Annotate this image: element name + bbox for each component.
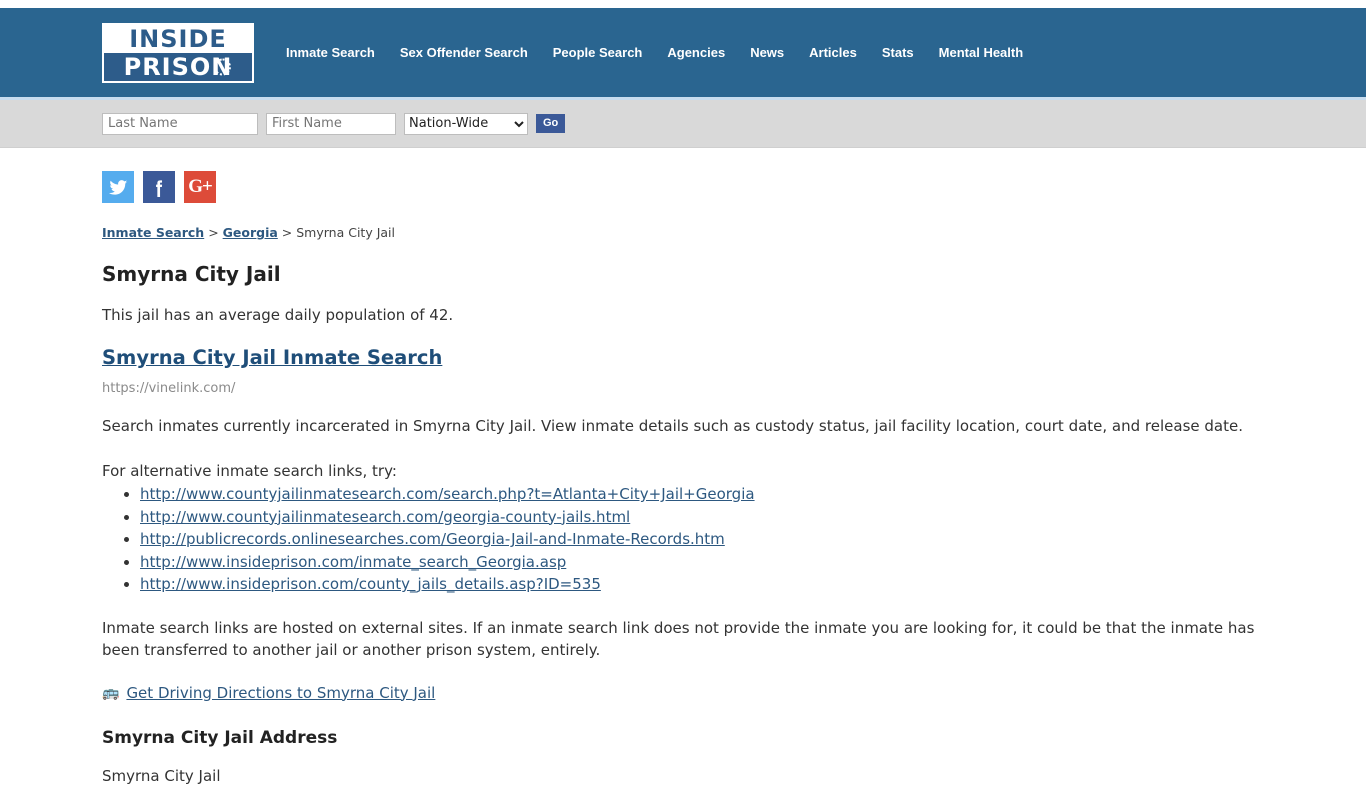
breadcrumb-link-inmate-search[interactable]: Inmate Search	[102, 225, 204, 240]
nav-item-people-search[interactable]: People Search	[553, 45, 643, 60]
alternative-links-list: http://www.countyjailinmatesearch.com/se…	[102, 483, 1264, 596]
search-scope-select[interactable]: Nation-Wide	[404, 113, 528, 135]
address-heading: Smyrna City Jail Address	[102, 728, 1264, 748]
inmate-search-link[interactable]: Smyrna City Jail Inmate Search	[102, 346, 442, 369]
breadcrumb-separator-1: >	[204, 225, 222, 240]
first-name-input[interactable]	[266, 113, 396, 135]
list-item: http://publicrecords.onlinesearches.com/…	[140, 528, 1264, 551]
quick-search-bar: Nation-Wide Go	[0, 100, 1366, 148]
page-content: G+ Inmate Search > Georgia > Smyrna City…	[0, 148, 1366, 785]
nav-item-stats[interactable]: Stats	[882, 45, 914, 60]
nav-item-mental-health[interactable]: Mental Health	[939, 45, 1024, 60]
site-header: INSIDE PRISON Inmate Search Sex Offender…	[0, 8, 1366, 100]
top-white-strip	[0, 0, 1366, 8]
inmate-search-heading: Smyrna City Jail Inmate Search	[102, 346, 1264, 369]
source-url: https://vinelink.com/	[102, 381, 1264, 396]
breadcrumb: Inmate Search > Georgia > Smyrna City Ja…	[102, 225, 1264, 240]
address-line-1: Smyrna City Jail	[102, 767, 1264, 785]
breadcrumb-separator-2: >	[278, 225, 296, 240]
twitter-icon[interactable]	[102, 171, 134, 203]
logo-circle-emblem-icon	[214, 58, 231, 75]
main-navigation: Inmate Search Sex Offender Search People…	[286, 45, 1023, 60]
search-description: Search inmates currently incarcerated in…	[102, 415, 1264, 437]
site-logo[interactable]: INSIDE PRISON	[102, 23, 254, 83]
last-name-input[interactable]	[102, 113, 258, 135]
nav-item-sex-offender-search[interactable]: Sex Offender Search	[400, 45, 528, 60]
alt-link-2[interactable]: http://www.countyjailinmatesearch.com/ge…	[140, 508, 630, 526]
driving-directions-link[interactable]: Get Driving Directions to Smyrna City Ja…	[126, 684, 435, 702]
list-item: http://www.insideprison.com/county_jails…	[140, 573, 1264, 596]
list-item: http://www.insideprison.com/inmate_searc…	[140, 551, 1264, 574]
alt-link-5[interactable]: http://www.insideprison.com/county_jails…	[140, 575, 601, 593]
list-item: http://www.countyjailinmatesearch.com/se…	[140, 483, 1264, 506]
bus-icon: 🚌	[102, 686, 119, 700]
alt-link-3[interactable]: http://publicrecords.onlinesearches.com/…	[140, 530, 725, 548]
disclaimer-text: Inmate search links are hosted on extern…	[102, 617, 1264, 661]
search-go-button[interactable]: Go	[536, 114, 565, 133]
google-plus-icon[interactable]: G+	[184, 171, 216, 203]
alt-link-4[interactable]: http://www.insideprison.com/inmate_searc…	[140, 553, 566, 571]
logo-text-inside: INSIDE	[104, 25, 252, 53]
breadcrumb-current: Smyrna City Jail	[296, 225, 395, 240]
nav-item-articles[interactable]: Articles	[809, 45, 857, 60]
nav-item-agencies[interactable]: Agencies	[667, 45, 725, 60]
driving-directions-row: 🚌 Get Driving Directions to Smyrna City …	[102, 684, 1264, 702]
nav-item-inmate-search[interactable]: Inmate Search	[286, 45, 375, 60]
breadcrumb-link-georgia[interactable]: Georgia	[223, 225, 278, 240]
nav-item-news[interactable]: News	[750, 45, 784, 60]
social-share-row: G+	[102, 148, 1264, 203]
google-plus-label: G+	[188, 176, 212, 198]
alt-link-1[interactable]: http://www.countyjailinmatesearch.com/se…	[140, 485, 755, 503]
list-item: http://www.countyjailinmatesearch.com/ge…	[140, 506, 1264, 529]
page-title: Smyrna City Jail	[102, 262, 1264, 286]
logo-text-prison: PRISON	[104, 53, 252, 81]
alternative-links-intro: For alternative inmate search links, try…	[102, 462, 1264, 480]
facebook-icon[interactable]	[143, 171, 175, 203]
intro-text: This jail has an average daily populatio…	[102, 306, 1264, 324]
